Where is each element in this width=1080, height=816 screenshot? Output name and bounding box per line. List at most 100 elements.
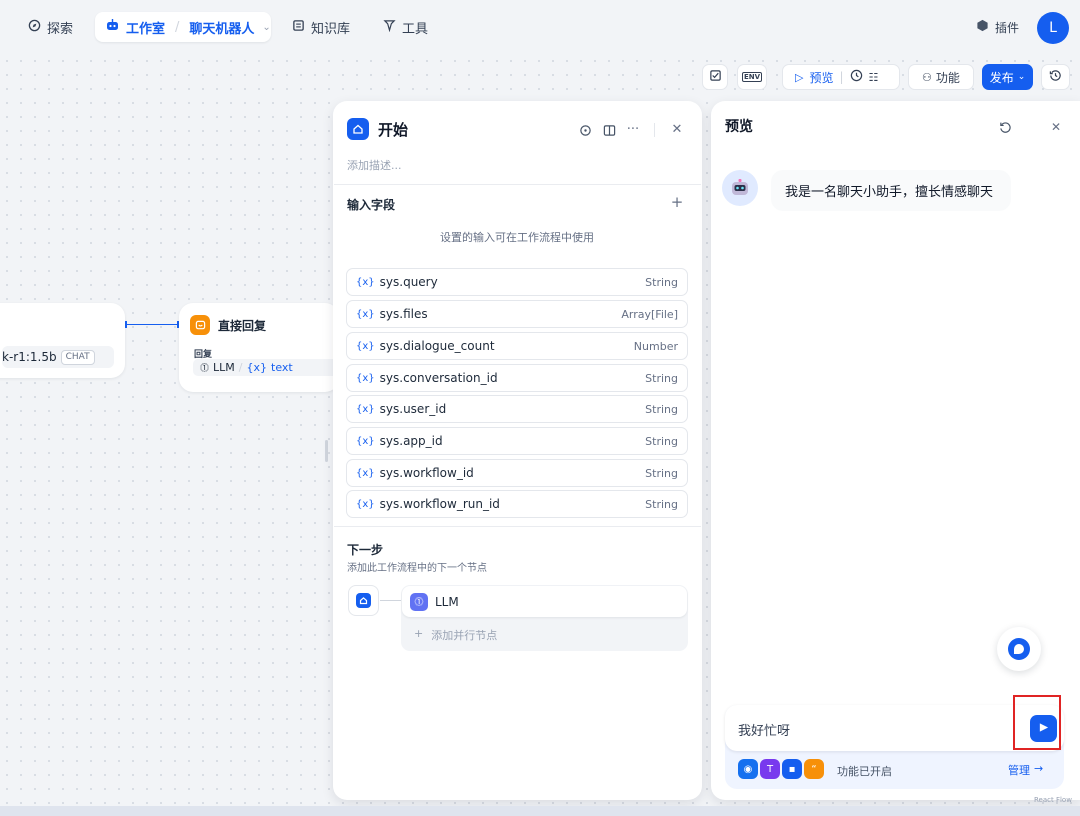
version-history-button[interactable] (1041, 64, 1070, 90)
llm-node[interactable]: k-r1:1.5b CHAT (0, 303, 125, 378)
floating-chat-button[interactable] (997, 627, 1041, 671)
description-input[interactable]: 添加描述... (347, 157, 402, 173)
history-icon (1049, 69, 1062, 85)
variable-icon: {x} (356, 435, 375, 447)
preview-toolbar-group[interactable]: ▷ 预览 | ☷ (782, 64, 900, 90)
tool-icon (383, 19, 396, 36)
variable-row[interactable]: {x} sys.query String (346, 268, 688, 296)
variable-type: String (645, 497, 678, 511)
variable-icon: {x} (356, 340, 375, 352)
features-button-label: 功能 (935, 70, 960, 85)
features-enabled-label: 功能已开启 (837, 765, 892, 778)
nav-studio-label[interactable]: 工作室 (126, 18, 165, 37)
nav-studio-pill[interactable]: 工作室 / 聊天机器人 ⌄ (95, 12, 271, 42)
nav-tools[interactable]: 工具 (383, 13, 428, 41)
chat-bubble-icon (1008, 638, 1030, 660)
variable-row[interactable]: {x} sys.dialogue_count Number (346, 332, 688, 360)
divider (334, 184, 701, 185)
send-button[interactable] (1030, 715, 1057, 742)
answer-node[interactable]: 直接回复 回复 ⓵ LLM / {x} text (179, 303, 339, 392)
nav-knowledge-label: 知识库 (311, 21, 351, 37)
checklist-icon (709, 69, 722, 85)
variable-icon: {x} (356, 308, 375, 320)
variable-row[interactable]: {x} sys.workflow_id String (346, 459, 688, 487)
env-button[interactable]: ENV (737, 64, 767, 90)
nav-knowledge[interactable]: 知识库 (292, 13, 350, 41)
more-icon[interactable]: ··· (624, 121, 642, 137)
add-field-icon[interactable]: + (669, 193, 685, 211)
start-panel-header: 开始 (347, 118, 408, 140)
nav-explore-label: 探索 (47, 21, 74, 37)
model-selector[interactable]: k-r1:1.5b CHAT (2, 346, 114, 368)
split-view-icon[interactable] (601, 122, 617, 138)
next-step-hint: 添加此工作流程中的下一个节点 (347, 563, 487, 574)
close-icon[interactable]: ✕ (668, 121, 686, 137)
node-connection-edge (126, 324, 178, 325)
variable-row[interactable]: {x} sys.conversation_id String (346, 364, 688, 392)
home-icon (356, 593, 371, 608)
variable-name: sys.workflow_id (379, 466, 474, 480)
llm-icon: ⓵ (410, 592, 428, 611)
variable-name: sys.dialogue_count (379, 339, 495, 353)
react-flow-attribution[interactable]: React Flow (1034, 796, 1072, 804)
locate-icon[interactable] (577, 122, 593, 138)
panel-resize-handle[interactable] (325, 440, 328, 462)
close-icon[interactable]: ✕ (1047, 118, 1065, 136)
list-icon[interactable]: ☷ (869, 71, 879, 84)
home-icon (347, 118, 369, 140)
nav-plugins[interactable]: 插件 (976, 13, 1019, 41)
variable-row[interactable]: {x} sys.workflow_run_id String (346, 490, 688, 518)
plus-icon: + (414, 627, 424, 640)
restart-icon[interactable] (996, 118, 1014, 136)
variable-icon: {x} (356, 467, 375, 479)
citation-icon: “ (804, 759, 824, 779)
text-to-speech-icon: T (760, 759, 780, 779)
variable-name: sys.app_id (379, 434, 443, 448)
manage-link[interactable]: 管理 → (1008, 762, 1043, 778)
run-history-icon[interactable] (850, 69, 863, 85)
variable-type: String (645, 434, 678, 448)
variable-row[interactable]: {x} sys.files Array[File] (346, 300, 688, 328)
model-name: k-r1:1.5b (2, 350, 57, 364)
next-node-label: LLM (435, 594, 459, 609)
variable-icon: {x} (356, 498, 375, 510)
add-parallel-node-button[interactable]: + 添加并行节点 (414, 627, 497, 643)
variable-name: sys.conversation_id (379, 371, 498, 385)
llm-icon: ⓵ (200, 364, 210, 374)
chevron-down-icon[interactable]: ⌄ (262, 22, 270, 33)
variable-type: String (645, 275, 678, 289)
next-node-llm[interactable]: ⓵ LLM (402, 586, 687, 617)
variable-type: Array[File] (621, 307, 678, 321)
reply-var-name: text (271, 361, 293, 374)
app-name-label[interactable]: 聊天机器人 (189, 18, 254, 37)
nav-plugins-label: 插件 (995, 20, 1020, 35)
cube-icon (976, 19, 989, 35)
checklist-button[interactable] (702, 64, 728, 90)
answer-node-title: 直接回复 (218, 318, 267, 333)
variable-name: sys.workflow_run_id (379, 497, 500, 511)
variable-row[interactable]: {x} sys.app_id String (346, 427, 688, 455)
user-avatar[interactable]: L (1037, 12, 1069, 44)
features-button[interactable]: ⚇ 功能 (908, 64, 974, 90)
play-icon: ▷ (795, 70, 804, 84)
variable-row[interactable]: {x} sys.user_id String (346, 395, 688, 423)
enabled-features-icons: ◉ T ▪ “ (738, 759, 826, 779)
divider (334, 526, 701, 527)
start-panel-title[interactable]: 开始 (378, 119, 408, 140)
preview-button-label[interactable]: 预览 (809, 69, 833, 86)
toolbar-divider: | (839, 70, 844, 84)
publish-button[interactable]: 发布 ⌄ (982, 64, 1033, 90)
next-step-title: 下一步 (347, 543, 384, 557)
robot-icon (732, 179, 748, 195)
edge-handle-source[interactable] (125, 321, 127, 328)
nav-explore[interactable]: 探索 (28, 13, 73, 41)
var-brace-icon: {x} (246, 361, 267, 374)
book-icon (292, 19, 305, 36)
model-mode-chip: CHAT (60, 349, 95, 365)
variable-type: String (645, 466, 678, 480)
send-icon (1038, 722, 1049, 736)
bot-avatar (722, 170, 758, 206)
answer-node-icon (190, 315, 210, 335)
variable-name: sys.query (379, 275, 438, 289)
variable-type: String (645, 402, 678, 416)
